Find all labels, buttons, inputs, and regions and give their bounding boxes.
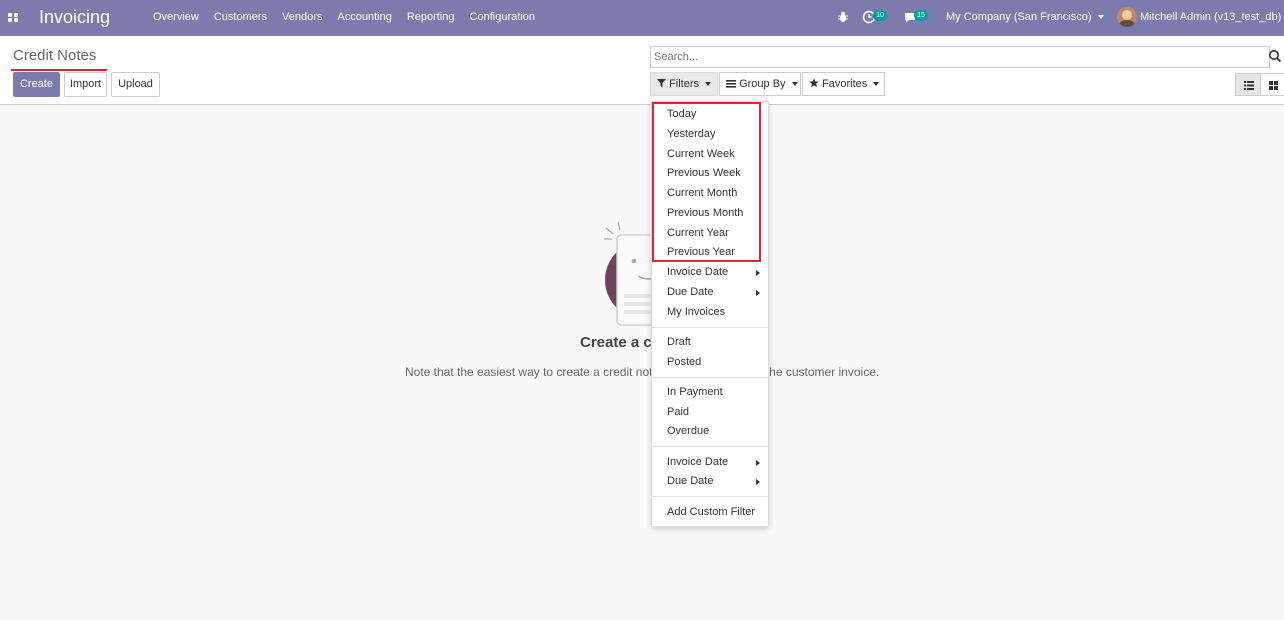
chevron-right-icon	[756, 479, 760, 485]
filter-invoice-date[interactable]: Invoice Date	[667, 266, 728, 278]
dropdown-divider	[652, 446, 768, 447]
filter-overdue[interactable]: Overdue	[667, 425, 709, 437]
empty-state-text: Note that the easiest way to create a cr…	[405, 365, 880, 379]
user-menu[interactable]: Mitchell Admin (v13_test_db)	[1140, 11, 1284, 23]
message-count-badge: 15	[914, 10, 928, 21]
menu-item-customers[interactable]: Customers	[214, 11, 267, 23]
top-navbar: Invoicing Overview Customers Vendors Acc…	[0, 0, 1284, 36]
main-menu: Overview Customers Vendors Accounting Re…	[153, 11, 535, 23]
star-icon	[809, 78, 819, 88]
create-button[interactable]: Create	[13, 72, 60, 97]
title-annotation-underline	[11, 69, 107, 71]
chevron-down-icon	[705, 82, 712, 87]
menu-item-accounting[interactable]: Accounting	[337, 11, 391, 23]
kanban-view-icon	[1269, 81, 1278, 90]
date-filters-annotation-box	[652, 102, 761, 262]
list-bars-icon	[726, 80, 736, 88]
filter-paid[interactable]: Paid	[667, 406, 689, 418]
dropdown-divider	[652, 496, 768, 497]
filters-button[interactable]: Filters	[650, 72, 718, 96]
debug-bug-icon[interactable]	[837, 11, 849, 23]
upload-button[interactable]: Upload	[111, 72, 160, 97]
filter-invoice-date-2[interactable]: Invoice Date	[667, 456, 728, 468]
filter-posted[interactable]: Posted	[667, 356, 701, 368]
page-title: Credit Notes	[13, 47, 97, 64]
menu-item-reporting[interactable]: Reporting	[407, 11, 455, 23]
filter-my-invoices[interactable]: My Invoices	[667, 306, 725, 318]
list-view-button[interactable]	[1235, 73, 1261, 96]
chevron-right-icon	[756, 290, 760, 296]
chevron-down-icon	[1097, 15, 1104, 20]
dropdown-divider	[652, 327, 768, 328]
search-icon[interactable]	[1268, 49, 1282, 63]
import-button[interactable]: Import	[64, 72, 107, 97]
search-input[interactable]	[650, 46, 1270, 68]
control-panel: Credit Notes Create Import Upload Filter…	[0, 36, 1284, 105]
user-avatar[interactable]	[1117, 7, 1137, 27]
filter-in-payment[interactable]: In Payment	[667, 386, 723, 398]
list-view-icon	[1244, 81, 1254, 90]
chevron-right-icon	[756, 460, 760, 466]
app-brand[interactable]: Invoicing	[39, 7, 110, 28]
group-by-button[interactable]: Group By	[719, 72, 801, 96]
filters-label: Filters	[669, 78, 700, 90]
add-custom-filter[interactable]: Add Custom Filter	[667, 506, 755, 518]
menu-item-overview[interactable]: Overview	[153, 11, 199, 23]
kanban-view-button[interactable]	[1260, 73, 1284, 96]
favorites-button[interactable]: Favorites	[802, 72, 885, 96]
apps-menu-icon[interactable]	[8, 13, 18, 22]
chevron-right-icon	[756, 270, 760, 276]
activity-count-badge: 10	[873, 10, 887, 21]
user-name: Mitchell Admin (v13_test_db)	[1140, 11, 1282, 23]
favorites-label: Favorites	[822, 78, 868, 90]
chevron-down-icon	[791, 82, 798, 87]
menu-item-configuration[interactable]: Configuration	[470, 11, 535, 23]
filter-due-date-2[interactable]: Due Date	[667, 475, 713, 487]
filter-draft[interactable]: Draft	[667, 336, 691, 348]
filter-due-date[interactable]: Due Date	[667, 286, 713, 298]
company-switcher[interactable]: My Company (San Francisco)	[946, 11, 1104, 23]
chevron-down-icon	[873, 82, 880, 87]
funnel-icon	[657, 79, 666, 88]
dropdown-divider	[652, 377, 768, 378]
company-name: My Company (San Francisco)	[946, 11, 1092, 23]
group-by-label: Group By	[739, 78, 786, 90]
menu-item-vendors[interactable]: Vendors	[282, 11, 322, 23]
empty-state-title: Create a c	[580, 334, 652, 351]
